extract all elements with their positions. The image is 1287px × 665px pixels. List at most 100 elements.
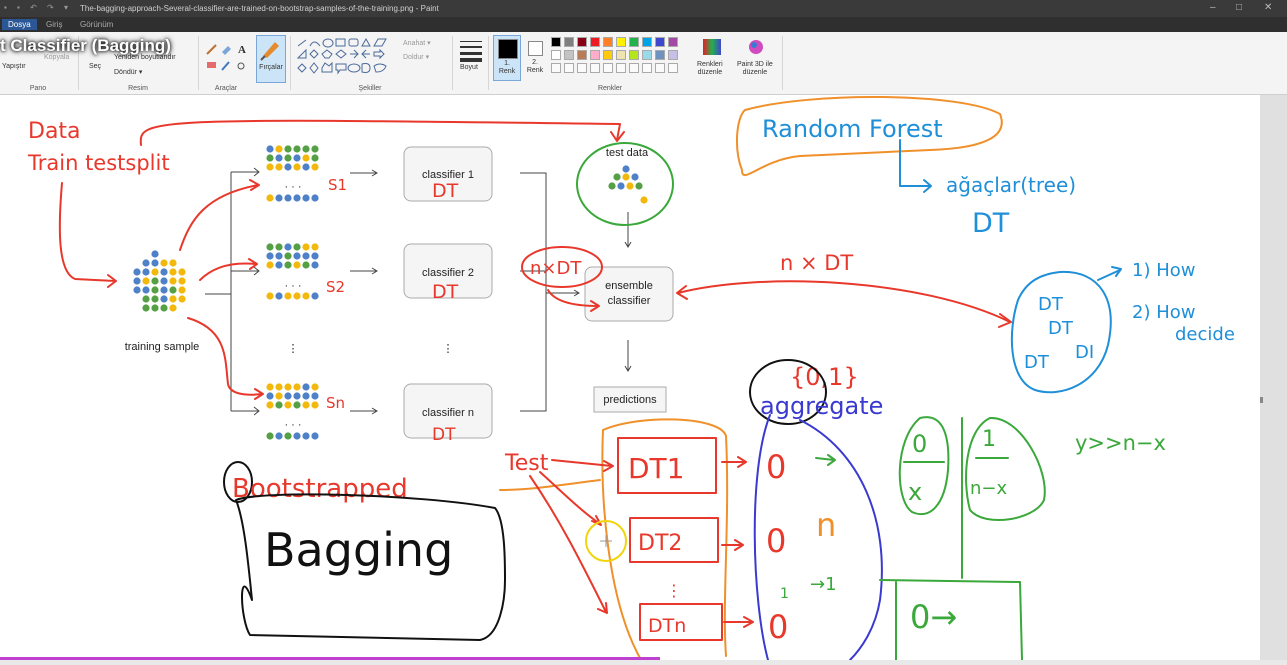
edit-colors-icon[interactable]	[702, 38, 722, 56]
group-araclar-label: Araçlar	[214, 85, 238, 92]
palette-swatch-empty[interactable]	[603, 63, 613, 73]
palette-swatch-empty[interactable]	[668, 63, 678, 73]
canvas-resize-handle[interactable]	[1260, 397, 1263, 403]
edit-colors-label-1: Renkleri	[697, 61, 723, 68]
bootstrap-sample-1-dots	[266, 145, 319, 202]
data-point-dot	[293, 252, 301, 260]
group-sekiller-label: Şekiller	[358, 85, 382, 92]
hw-test-to-dtn-arrow	[529, 475, 608, 614]
palette-swatch[interactable]	[590, 50, 600, 60]
color2-button[interactable]: 2. Renk	[522, 35, 548, 79]
data-point-dot	[284, 252, 292, 260]
quick-access-toolbar[interactable]: ▪ ▪ ↶ ↷ ▾	[4, 3, 72, 12]
palette-swatch[interactable]	[668, 37, 678, 47]
data-point-dot	[311, 252, 319, 260]
video-overlay-title: t Classifier (Bagging)	[0, 36, 171, 55]
palette-swatch[interactable]	[668, 50, 678, 60]
hw-train-to-sn-arrow	[187, 317, 264, 400]
paste-button[interactable]: Yapıştır	[2, 63, 26, 70]
minimize-button[interactable]: –	[1210, 2, 1216, 13]
classifier-2-label: classifier 2	[422, 267, 474, 279]
data-point-dot	[635, 182, 643, 190]
hw-dt-circle-1: DT	[1038, 294, 1064, 315]
palette-swatch[interactable]	[655, 37, 665, 47]
size-label[interactable]: Boyut	[460, 64, 478, 71]
data-point-dot	[293, 392, 301, 400]
hw-pred-y1: 1	[780, 586, 789, 602]
paint3d-icon[interactable]	[746, 38, 766, 58]
brushes-label: Fırçalar	[259, 64, 283, 71]
ribbon-tabs: Dosya Giriş Görünüm	[0, 17, 1287, 32]
data-point-dot	[160, 295, 168, 303]
tab-gorunum[interactable]: Görünüm	[74, 19, 119, 30]
data-point-dot	[266, 252, 274, 260]
palette-swatch-empty[interactable]	[629, 63, 639, 73]
color1-button[interactable]: 1. Renk	[493, 35, 521, 81]
palette-swatch-empty[interactable]	[590, 63, 600, 73]
palette-swatch[interactable]	[590, 37, 600, 47]
palette-swatch[interactable]	[551, 37, 561, 47]
hw-dt1: DT1	[628, 452, 684, 485]
data-point-dot	[266, 383, 274, 391]
close-button[interactable]: ✕	[1264, 2, 1272, 13]
palette-swatch-empty[interactable]	[655, 63, 665, 73]
hw-s1: S1	[328, 176, 347, 194]
data-point-dot	[266, 145, 274, 153]
outline-dropdown[interactable]: Anahat ▾	[403, 39, 431, 47]
palette-swatch[interactable]	[577, 50, 587, 60]
tab-dosya[interactable]: Dosya	[2, 19, 37, 30]
palette-swatch[interactable]	[551, 50, 561, 60]
palette-swatch[interactable]	[629, 50, 639, 60]
brushes-button[interactable]: Fırçalar	[256, 35, 286, 83]
sample-n-ellipsis: · · ·	[284, 419, 301, 431]
palette-swatch[interactable]	[629, 37, 639, 47]
rotate-button[interactable]: Döndür ▾	[114, 68, 142, 76]
hw-data-to-test-arrow	[139, 119, 625, 146]
palette-swatch-empty[interactable]	[616, 63, 626, 73]
color1-swatch	[498, 39, 518, 59]
training-sample-label: training sample	[125, 341, 200, 353]
data-point-dot	[266, 154, 274, 162]
hw-decide: decide	[1175, 324, 1235, 345]
palette-swatch[interactable]	[577, 37, 587, 47]
palette-swatch[interactable]	[616, 50, 626, 60]
palette-swatch-empty[interactable]	[551, 63, 561, 73]
tab-giris[interactable]: Giriş	[40, 19, 68, 30]
hw-split-to-train-arrow	[58, 182, 117, 288]
palette-swatch-empty[interactable]	[564, 63, 574, 73]
ribbon-separator	[198, 36, 199, 90]
hw-bootstrapped: Bootstrapped	[232, 474, 408, 504]
test-data-label: test data	[606, 147, 649, 159]
palette-swatch-empty[interactable]	[642, 63, 652, 73]
palette-swatch[interactable]	[642, 37, 652, 47]
data-point-dot	[169, 295, 177, 303]
hw-s2: S2	[326, 278, 345, 296]
palette-swatch[interactable]	[564, 50, 574, 60]
hw-dt-circle-2: DT	[1048, 318, 1074, 339]
shapes-gallery[interactable]	[294, 38, 398, 78]
palette-swatch[interactable]	[655, 50, 665, 60]
drawing-canvas[interactable]: training sample · · · · · · · · · ⋮ ⋮ cl…	[0, 95, 1260, 661]
palette-swatch-empty[interactable]	[577, 63, 587, 73]
palette-swatch[interactable]	[603, 37, 613, 47]
data-point-dot	[169, 277, 177, 285]
palette-swatch[interactable]	[564, 37, 574, 47]
palette-swatch[interactable]	[616, 37, 626, 47]
tools-icons[interactable]: A	[204, 40, 252, 74]
select-button[interactable]: Seç	[89, 63, 101, 70]
hw-classifier-2-dt: DT	[432, 281, 459, 303]
maximize-button[interactable]: □	[1236, 2, 1242, 13]
fill-dropdown[interactable]: Doldur ▾	[403, 53, 429, 61]
vertical-scrollbar[interactable]	[1260, 95, 1287, 660]
palette-swatch[interactable]	[642, 50, 652, 60]
data-point-dot	[311, 401, 319, 409]
data-point-dot	[275, 154, 283, 162]
hw-dt-circle-3: DT	[1024, 352, 1050, 373]
data-point-dot	[169, 304, 177, 312]
palette-swatch[interactable]	[603, 50, 613, 60]
ensemble-label-line2: classifier	[608, 295, 651, 307]
ribbon-separator	[452, 36, 453, 90]
data-point-dot	[284, 261, 292, 269]
size-icon[interactable]	[458, 38, 484, 62]
hw-data: Data	[28, 119, 81, 144]
